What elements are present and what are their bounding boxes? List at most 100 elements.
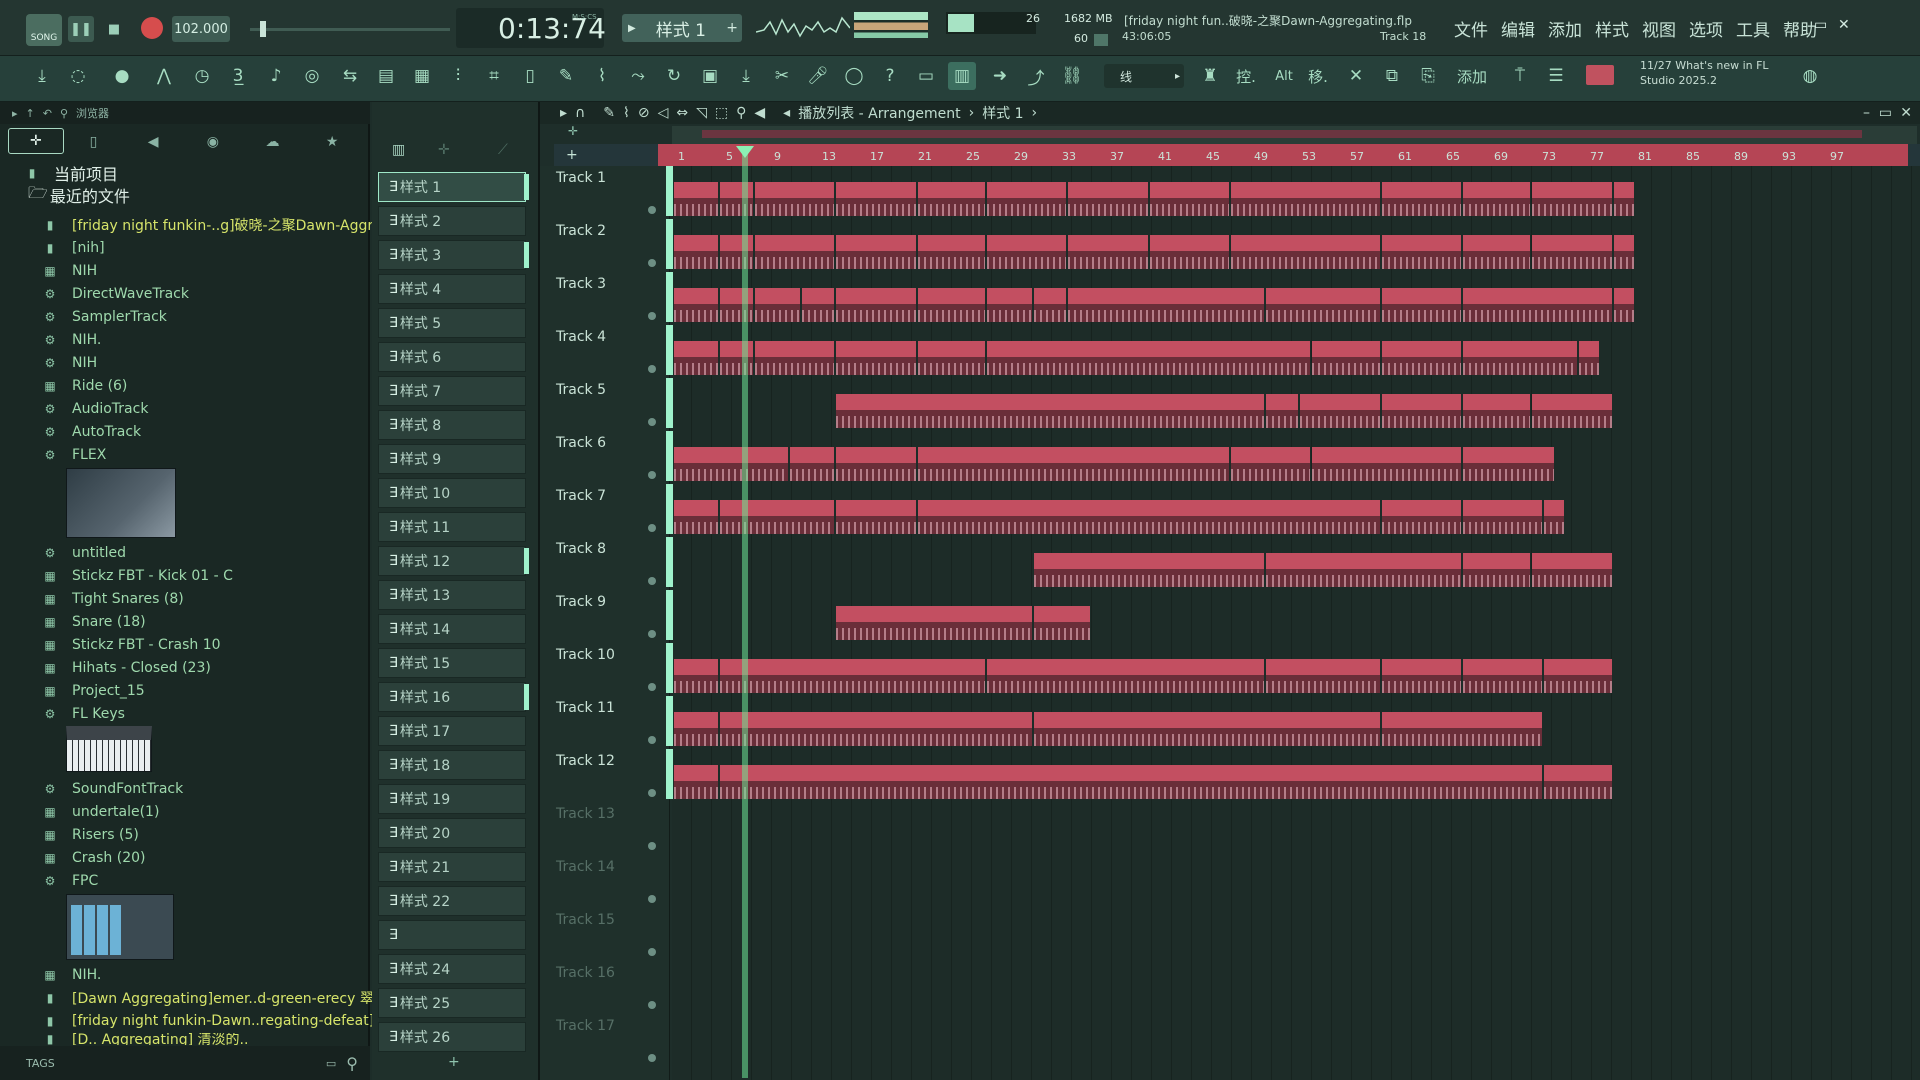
playlist-clip[interactable]: undert..量 #2	[1532, 553, 1612, 587]
playlist-clip[interactable]: 样式 14	[836, 341, 916, 375]
list-item[interactable]: ⚙ FL Keys	[42, 703, 125, 725]
playlist-clip[interactable]: 样式 9	[917, 288, 986, 322]
playlist-clip[interactable]: 样式 2	[1462, 182, 1531, 216]
countdown-icon[interactable]: ◷	[188, 62, 216, 90]
globe-icon[interactable]: ◍	[1796, 62, 1824, 90]
playlist-clip[interactable]: 样式 3	[674, 235, 719, 269]
loop-knob-icon[interactable]: ◌	[64, 62, 92, 90]
pattern-item[interactable]: ∃ 样式 21	[378, 852, 526, 882]
playlist-clip[interactable]: 样式 4	[1149, 235, 1229, 269]
playlist-clip[interactable]: 样式 3	[836, 235, 916, 269]
playlist-clip[interactable]: Sound..Long)	[1381, 394, 1461, 428]
playlist-clip[interactable]: 样式 9	[1033, 288, 1067, 322]
playlist-clip[interactable]: 样式 18	[1462, 447, 1554, 481]
cut-icon[interactable]: ✕	[1342, 62, 1370, 90]
list-item[interactable]: ▦ NIH.	[42, 964, 101, 986]
list-item[interactable]: ▦ Tight Snares (8)	[42, 588, 183, 610]
select-icon[interactable]: ◹	[696, 105, 707, 121]
playlist-clip[interactable]: (Cr..0)	[917, 447, 1229, 481]
channel-rack-icon[interactable]: ▦	[408, 62, 436, 90]
playlist-clip[interactable]: 样式 15	[1312, 341, 1380, 375]
zoom-icon[interactable]: ⚲	[736, 105, 746, 121]
blend-notes-icon[interactable]: ♪	[262, 62, 290, 90]
list-item[interactable]: ▦ Ride (6)	[42, 375, 127, 397]
pattern-item[interactable]: ∃ 样式 20	[378, 818, 526, 848]
plugin-icon[interactable]: ⌗	[480, 62, 508, 90]
chat-icon[interactable]: ◯	[840, 62, 868, 90]
mixer-icon[interactable]: ⫶	[444, 62, 472, 90]
browser-tab-plugins[interactable]: ◉	[183, 128, 243, 156]
playlist-clip[interactable]: 样式 2	[987, 182, 1067, 216]
menu-file[interactable]: 文件	[1454, 16, 1488, 41]
playlist-clip[interactable]: 样式 31	[1033, 712, 1380, 746]
pattern-item[interactable]: ∃ 样式 24	[378, 954, 526, 984]
pencil-icon[interactable]: ✎	[603, 105, 615, 121]
playlist-clip[interactable]: 样式 27	[987, 659, 1264, 693]
news-ticker[interactable]: 11/27 What's new in FL Studio 2025.2	[1640, 58, 1770, 88]
track-name[interactable]: Track 4	[556, 329, 606, 345]
playlist-view-icon[interactable]: ▥	[948, 62, 976, 90]
scroll-add-icon[interactable]: +	[448, 1054, 460, 1070]
playlist-clip[interactable]: 样式 2	[720, 288, 754, 322]
copy-icon[interactable]: ⧉	[1378, 62, 1406, 90]
playlist-clip[interactable]: 样式 3	[755, 288, 800, 322]
track-name[interactable]: Track 10	[556, 647, 615, 663]
playlist-clip[interactable]: 样式 6	[720, 341, 754, 375]
playlist-clip[interactable]: 样式 6	[1578, 341, 1599, 375]
search-icon[interactable]: ⚲	[60, 107, 68, 120]
pattern-item[interactable]: ∃ 样式 4	[378, 274, 526, 304]
list-item[interactable]: ⚙ NIH	[42, 352, 98, 374]
track-mute-indicator[interactable]	[648, 259, 656, 267]
delete-icon[interactable]: ⊘	[638, 105, 650, 121]
track-mute-indicator[interactable]	[648, 736, 656, 744]
up-arrow-icon[interactable]: ↑	[26, 107, 35, 120]
browser-tab-cloud[interactable]: ☁	[243, 128, 303, 156]
playlist-clip[interactable]: 样式 27	[1381, 659, 1461, 693]
record-audio-icon[interactable]: ◎	[298, 62, 326, 90]
list-item[interactable]: ▮ [D.. Aggregating] 清淡的..	[42, 1033, 249, 1045]
play-icon[interactable]: ▸	[560, 105, 567, 121]
playlist-clip[interactable]: 平	[674, 447, 788, 481]
track-name[interactable]: Track 17	[556, 1018, 615, 1034]
slip-icon[interactable]: ⇔	[676, 105, 688, 121]
pattern-item[interactable]: ∃ 样式 22	[378, 886, 526, 916]
timeline-ruler[interactable]: +	[554, 144, 1920, 166]
playlist-clip[interactable]: 样式 22	[1462, 500, 1542, 534]
maximize-button[interactable]: ▭	[1814, 17, 1827, 33]
list-item[interactable]: ⚙ SamplerTrack	[42, 306, 167, 328]
playlist-clip[interactable]: Dubstep - 音量	[1544, 659, 1612, 693]
help-icon[interactable]: ?	[876, 62, 904, 90]
playlist-clip[interactable]: 样式 15	[1462, 341, 1577, 375]
pattern-selector[interactable]: ▶ 样式 1 +	[622, 14, 742, 42]
list-item[interactable]: ⚙ AudioTrack	[42, 398, 149, 420]
playlist-clip[interactable]: 样式 0	[720, 765, 1542, 799]
paint-icon[interactable]: ⌇	[623, 105, 630, 121]
playlist-clip[interactable]: Sy..量	[674, 712, 719, 746]
track-mute-indicator[interactable]	[648, 206, 656, 214]
list-item[interactable]: ▦ Risers (5)	[42, 824, 139, 846]
add-button[interactable]: 添加	[1452, 62, 1492, 90]
playlist-clip[interactable]: 样式 4	[1230, 235, 1380, 269]
playlist-clip[interactable]: 样式 2	[836, 182, 916, 216]
list-item[interactable]: ▮ [nih]	[42, 237, 105, 259]
playlist-clip[interactable]: Sound..Long)	[1300, 394, 1380, 428]
playlist-clip[interactable]: 样式 22	[836, 500, 916, 534]
playlist-clip[interactable]: 样式 1	[1613, 182, 1634, 216]
menu-edit[interactable]: 编辑	[1501, 16, 1535, 41]
playlist-clip[interactable]: 样式 26	[1149, 182, 1229, 216]
move-button[interactable]: 移.	[1304, 62, 1332, 90]
track-mute-indicator[interactable]	[648, 683, 656, 691]
pattern-item[interactable]: ∃ 样式 19	[378, 784, 526, 814]
pattern-item[interactable]: ∃ 样式 5	[378, 308, 526, 338]
alt-button[interactable]: Alt	[1270, 62, 1298, 90]
playlist-clip[interactable]: 样式 14	[755, 341, 835, 375]
pitch-knob-icon[interactable]: ●	[108, 62, 136, 90]
browser-tab-all[interactable]: ✛	[8, 128, 64, 154]
pattern-item[interactable]: ∃ 样式 8	[378, 410, 526, 440]
scroll-playlist-icon[interactable]: ⇆	[336, 62, 364, 90]
playlist-clip[interactable]: 样式 2	[917, 182, 986, 216]
pen-icon[interactable]: ✎	[552, 62, 580, 90]
add-marker-icon[interactable]: +	[566, 147, 578, 163]
track-mute-indicator[interactable]	[648, 630, 656, 638]
record-button[interactable]	[141, 17, 163, 39]
